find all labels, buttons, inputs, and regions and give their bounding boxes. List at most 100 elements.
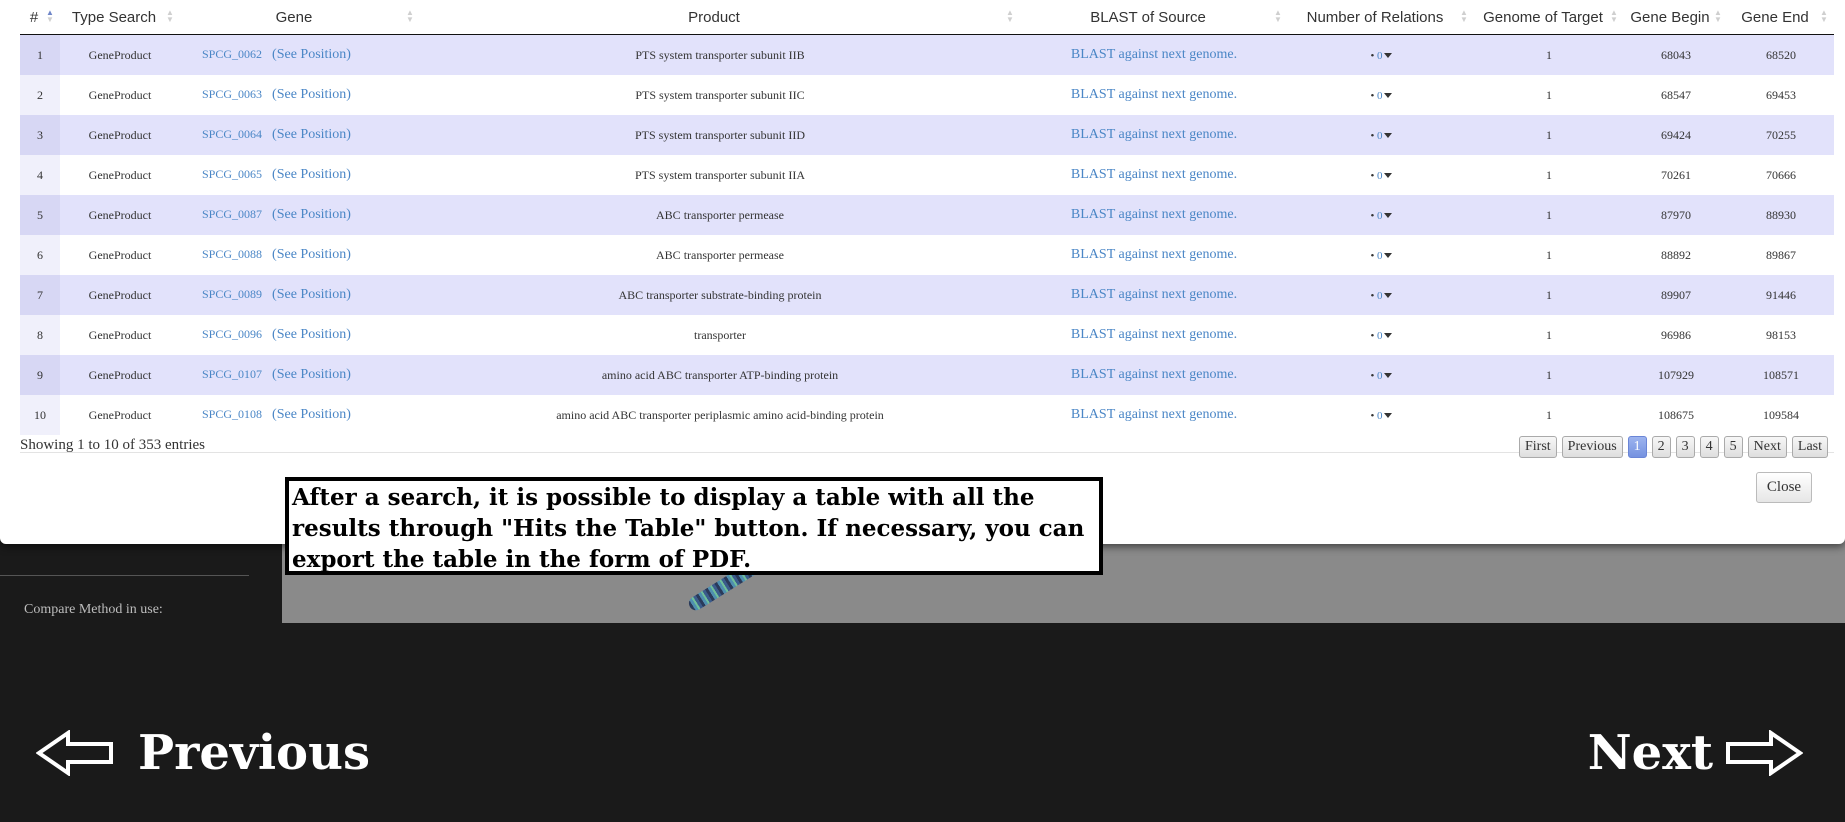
see-position-link[interactable]: (See Position) xyxy=(272,367,351,382)
relations-dropdown[interactable]: • 0 xyxy=(1370,169,1392,182)
pagination-page-3[interactable]: 3 xyxy=(1675,436,1695,458)
row-type-search: GeneProduct xyxy=(60,275,180,315)
gene-link[interactable]: SPCG_0107 xyxy=(202,367,262,381)
tutorial-previous-button[interactable]: Previous xyxy=(36,725,370,781)
pagination-page-1[interactable]: 1 xyxy=(1627,436,1647,458)
see-position-link[interactable]: (See Position) xyxy=(272,407,351,422)
row-gene-cell: SPCG_0064 (See Position) xyxy=(180,115,420,155)
table-row: 5 GeneProduct SPCG_0087 (See Position) ABC t… xyxy=(20,195,1834,235)
see-position-link[interactable]: (See Position) xyxy=(272,167,351,182)
row-product: transporter xyxy=(420,315,1020,355)
see-position-link[interactable]: (See Position) xyxy=(272,247,351,262)
column-header-number-of-relations[interactable]: Number of Relations ▲ ▼ xyxy=(1288,0,1474,35)
blast-link[interactable]: BLAST against next genome. xyxy=(1071,327,1237,342)
row-blast-cell: BLAST against next genome. xyxy=(1020,395,1288,435)
relations-dropdown[interactable]: • 0 xyxy=(1370,209,1392,222)
row-gene-begin: 87970 xyxy=(1624,195,1728,235)
sort-icon: ▲ ▼ xyxy=(1274,8,1282,24)
blast-link[interactable]: BLAST against next genome. xyxy=(1071,207,1237,222)
relations-dropdown[interactable]: • 0 xyxy=(1370,90,1392,102)
pagination-first-button[interactable]: First xyxy=(1518,436,1557,458)
relations-dropdown[interactable]: • 0 xyxy=(1370,330,1392,342)
row-relations-cell: • 0 xyxy=(1288,315,1474,355)
relations-dropdown[interactable]: • 0 xyxy=(1370,130,1392,142)
see-position-link[interactable]: (See Position) xyxy=(272,207,351,222)
pagination-page-4[interactable]: 4 xyxy=(1699,436,1719,458)
row-product: PTS system transporter subunit IIC xyxy=(420,75,1020,115)
pagination-previous-button[interactable]: Previous xyxy=(1561,436,1623,458)
row-genome-of-target: 1 xyxy=(1474,395,1624,435)
blast-link[interactable]: BLAST against next genome. xyxy=(1071,247,1237,262)
blast-link[interactable]: BLAST against next genome. xyxy=(1071,407,1237,422)
table-row: 9 GeneProduct SPCG_0107 (See Position) amino… xyxy=(20,355,1834,395)
row-relations-cell: • 0 xyxy=(1288,195,1474,235)
row-gene-cell: SPCG_0063 (See Position) xyxy=(180,75,420,115)
pagination-next-button[interactable]: Next xyxy=(1747,436,1787,458)
gene-link[interactable]: SPCG_0087 xyxy=(202,207,262,221)
see-position-link[interactable]: (See Position) xyxy=(272,287,351,302)
gene-link[interactable]: SPCG_0063 xyxy=(202,87,262,101)
pagination-page-5[interactable]: 5 xyxy=(1723,436,1743,458)
column-header-label: Gene xyxy=(275,8,313,26)
row-genome-of-target: 1 xyxy=(1474,275,1624,315)
gene-link[interactable]: SPCG_0108 xyxy=(202,407,262,421)
column-header-product[interactable]: Product ▲ ▼ xyxy=(420,0,1020,35)
row-product: ABC transporter permease xyxy=(420,195,1020,235)
gene-link[interactable]: SPCG_0089 xyxy=(202,287,262,301)
blast-link[interactable]: BLAST against next genome. xyxy=(1071,287,1237,302)
gene-link[interactable]: SPCG_0096 xyxy=(202,327,262,341)
see-position-link[interactable]: (See Position) xyxy=(272,47,351,62)
blast-link[interactable]: BLAST against next genome. xyxy=(1071,47,1237,62)
row-blast-cell: BLAST against next genome. xyxy=(1020,75,1288,115)
column-header-gene-begin[interactable]: Gene Begin ▲ ▼ xyxy=(1624,0,1728,35)
relations-count: 0 xyxy=(1377,209,1383,222)
sort-icon: ▲ ▼ xyxy=(166,8,174,24)
column-header-gene[interactable]: Gene ▲ ▼ xyxy=(180,0,420,35)
blast-link[interactable]: BLAST against next genome. xyxy=(1071,167,1237,182)
row-product: ABC transporter permease xyxy=(420,235,1020,275)
row-genome-of-target: 1 xyxy=(1474,115,1624,155)
column-header-genome-of-target[interactable]: Genome of Target ▲ ▼ xyxy=(1474,0,1624,35)
row-gene-cell: SPCG_0107 (See Position) xyxy=(180,355,420,395)
blast-link[interactable]: BLAST against next genome. xyxy=(1071,367,1237,382)
pagination-last-button[interactable]: Last xyxy=(1791,436,1828,458)
see-position-link[interactable]: (See Position) xyxy=(272,327,351,342)
column-header-type-search[interactable]: Type Search ▲ ▼ xyxy=(60,0,180,35)
gene-link[interactable]: SPCG_0088 xyxy=(202,247,262,261)
blast-link[interactable]: BLAST against next genome. xyxy=(1071,87,1237,102)
row-gene-begin: 69424 xyxy=(1624,115,1728,155)
row-type-search: GeneProduct xyxy=(60,315,180,355)
column-header-label: Number of Relations xyxy=(1306,8,1444,26)
pagination-page-2[interactable]: 2 xyxy=(1651,436,1671,458)
row-gene-cell: SPCG_0096 (See Position) xyxy=(180,315,420,355)
column-header-gene-end[interactable]: Gene End ▲ ▼ xyxy=(1728,0,1834,35)
see-position-link[interactable]: (See Position) xyxy=(272,127,351,142)
row-product: amino acid ABC transporter ATP-binding p… xyxy=(420,355,1020,395)
row-blast-cell: BLAST against next genome. xyxy=(1020,355,1288,395)
relations-dropdown[interactable]: • 0 xyxy=(1370,250,1392,262)
see-position-link[interactable]: (See Position) xyxy=(272,87,351,102)
row-gene-begin: 107929 xyxy=(1624,355,1728,395)
relations-dropdown[interactable]: • 0 xyxy=(1370,370,1392,382)
chevron-down-icon xyxy=(1383,53,1392,59)
row-gene-cell: SPCG_0108 (See Position) xyxy=(180,395,420,435)
column-header-index[interactable]: # ▲ ▼ xyxy=(20,0,60,35)
row-relations-cell: • 0 xyxy=(1288,75,1474,115)
relations-dropdown[interactable]: • 0 xyxy=(1370,289,1392,302)
chevron-down-icon xyxy=(1383,253,1392,259)
gene-link[interactable]: SPCG_0065 xyxy=(202,167,262,181)
column-header-blast-of-source[interactable]: BLAST of Source ▲ ▼ xyxy=(1020,0,1288,35)
gene-link[interactable]: SPCG_0062 xyxy=(202,47,262,61)
row-blast-cell: BLAST against next genome. xyxy=(1020,115,1288,155)
relations-dropdown[interactable]: • 0 xyxy=(1370,50,1392,62)
row-type-search: GeneProduct xyxy=(60,75,180,115)
relations-count: 0 xyxy=(1377,169,1383,182)
relations-dropdown[interactable]: • 0 xyxy=(1370,410,1392,422)
gene-link[interactable]: SPCG_0064 xyxy=(202,127,262,141)
relations-count: 0 xyxy=(1377,289,1383,302)
row-index: 6 xyxy=(20,235,60,275)
close-button[interactable]: Close xyxy=(1756,472,1812,503)
tutorial-next-button[interactable]: Next xyxy=(1588,725,1803,781)
sort-icon: ▲ ▼ xyxy=(1006,8,1014,24)
blast-link[interactable]: BLAST against next genome. xyxy=(1071,127,1237,142)
